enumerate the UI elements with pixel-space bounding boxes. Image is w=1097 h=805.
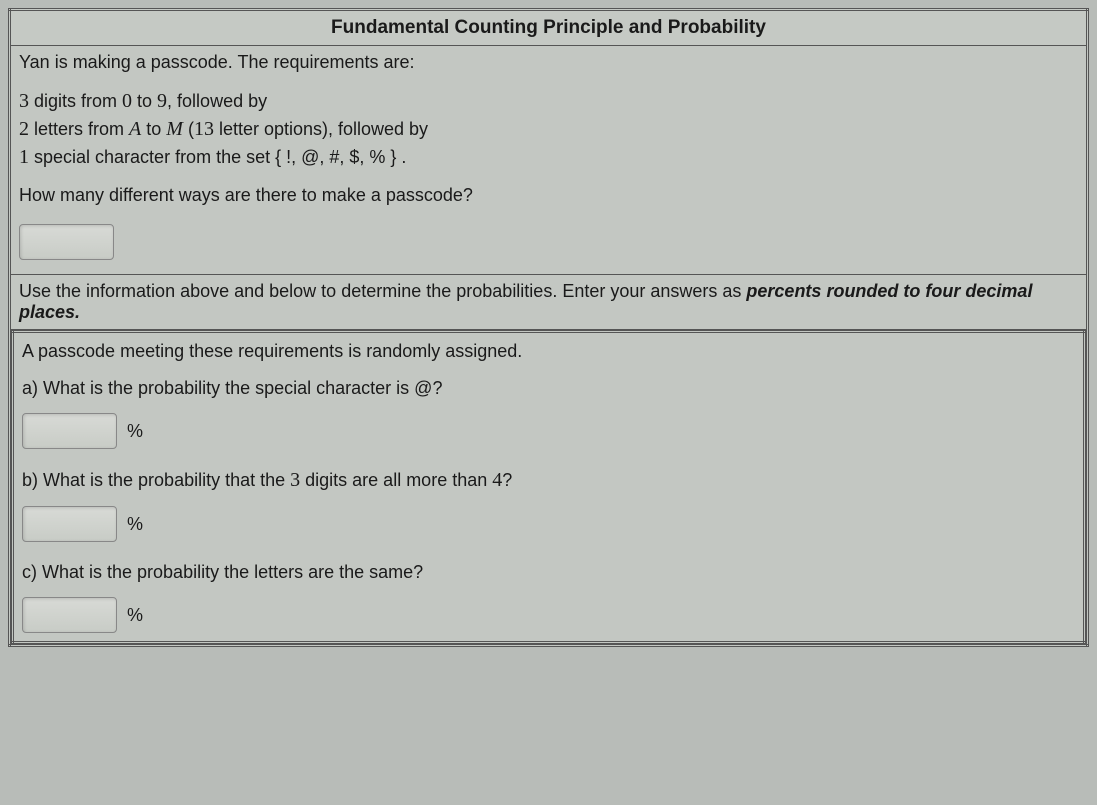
answer-input-c[interactable] xyxy=(22,597,117,633)
requirement-2: 2 letters from A to M (13 letter options… xyxy=(19,115,1078,143)
page-title: Fundamental Counting Principle and Proba… xyxy=(10,10,1088,46)
section-2-wrapper: A passcode meeting these requirements is… xyxy=(10,330,1088,646)
problem-container: Fundamental Counting Principle and Proba… xyxy=(8,8,1089,647)
answer-row-a: % xyxy=(22,413,1075,449)
part-b-label: b) What is the probability that the 3 di… xyxy=(22,469,1075,492)
instruction-text: Use the information above and below to d… xyxy=(19,281,746,301)
part-a-label: a) What is the probability the special c… xyxy=(22,378,1075,399)
section-1: Yan is making a passcode. The requiremen… xyxy=(10,46,1088,275)
answer-input-1[interactable] xyxy=(19,224,114,260)
answer-input-a[interactable] xyxy=(22,413,117,449)
requirements-list: 3 digits from 0 to 9, followed by 2 lett… xyxy=(19,87,1078,171)
question-1: How many different ways are there to mak… xyxy=(19,185,1078,206)
answer-row-c: % xyxy=(22,597,1075,633)
answer-row-b: % xyxy=(22,506,1075,542)
section-2: A passcode meeting these requirements is… xyxy=(13,332,1085,643)
requirement-1: 3 digits from 0 to 9, followed by xyxy=(19,87,1078,115)
inner-table: A passcode meeting these requirements is… xyxy=(11,330,1086,644)
percent-c: % xyxy=(127,605,143,626)
instruction-cell: Use the information above and below to d… xyxy=(10,275,1088,330)
percent-a: % xyxy=(127,421,143,442)
percent-b: % xyxy=(127,514,143,535)
section2-intro: A passcode meeting these requirements is… xyxy=(22,341,1075,362)
part-c-label: c) What is the probability the letters a… xyxy=(22,562,1075,583)
requirement-3: 1 special character from the set { !, @,… xyxy=(19,143,1078,171)
intro-text: Yan is making a passcode. The requiremen… xyxy=(19,52,1078,73)
answer-input-b[interactable] xyxy=(22,506,117,542)
